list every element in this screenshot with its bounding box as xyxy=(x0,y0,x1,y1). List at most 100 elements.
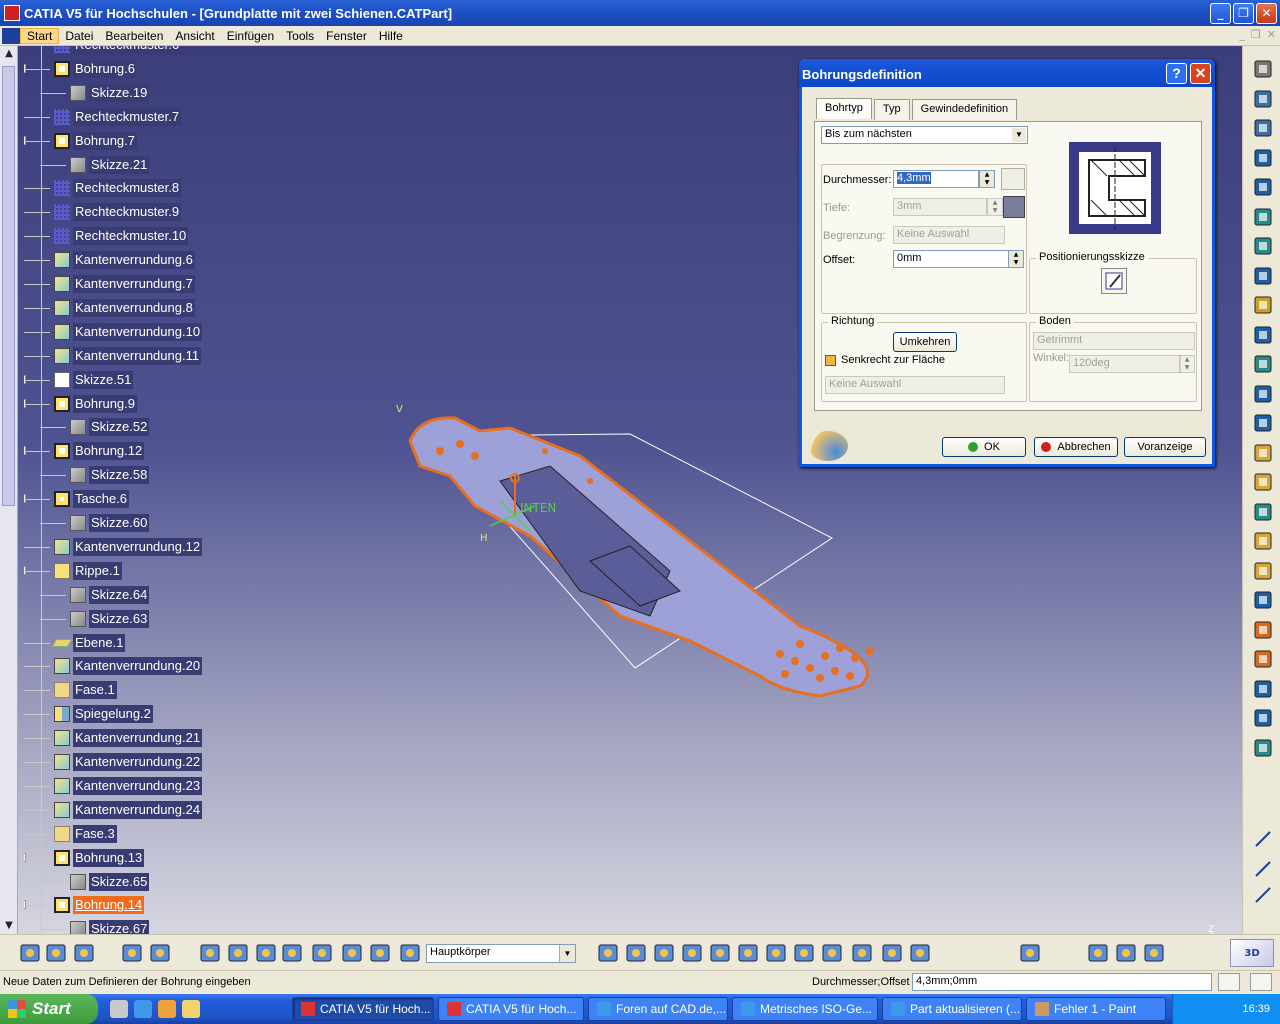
tree-node[interactable]: Rechteckmuster.7 xyxy=(24,106,182,128)
line-icon[interactable] xyxy=(1252,858,1274,880)
offset-spinner[interactable]: ▲ ▼ xyxy=(1008,250,1024,268)
tree-node[interactable]: Kantenverrundung.20 xyxy=(24,655,203,677)
pan-icon[interactable] xyxy=(652,941,676,965)
tree-node[interactable]: − Bohrung.7 xyxy=(24,130,137,152)
expand-toggle-icon[interactable]: − xyxy=(24,398,26,408)
minimize-button[interactable]: _ xyxy=(1210,3,1231,24)
tree-node[interactable]: − Bohrung.14 xyxy=(24,894,145,916)
groove-icon[interactable] xyxy=(1252,235,1274,257)
tree-node[interactable]: Rechteckmuster.6 xyxy=(54,46,182,56)
thickness-icon[interactable] xyxy=(1252,560,1274,582)
menu-bearbeiten[interactable]: Bearbeiten xyxy=(99,29,169,43)
translate-icon[interactable] xyxy=(1252,619,1274,641)
zoom-out-icon[interactable] xyxy=(736,941,760,965)
scroll-thumb[interactable] xyxy=(2,66,15,506)
restore-button[interactable]: ❐ xyxy=(1233,3,1254,24)
loft-icon[interactable] xyxy=(1252,383,1274,405)
reverse-button[interactable]: Umkehren xyxy=(893,332,957,352)
tree-node[interactable]: Fase.3 xyxy=(24,823,117,845)
cancel-button[interactable]: Abbrechen xyxy=(1034,437,1118,457)
shaft-icon[interactable] xyxy=(1252,206,1274,228)
doc-restore-icon[interactable]: ❐ xyxy=(1251,28,1261,41)
expand-toggle-icon[interactable]: − xyxy=(24,63,26,73)
undo-repeat-icon[interactable] xyxy=(198,941,222,965)
tree-node[interactable]: Kantenverrundung.23 xyxy=(24,775,203,797)
pattern-icon[interactable] xyxy=(1252,678,1274,700)
menu-start[interactable]: Start xyxy=(20,27,60,44)
angle-input[interactable]: 120deg xyxy=(1069,355,1181,373)
tree-node[interactable]: Skizze.21 xyxy=(40,154,150,176)
constraints-icon[interactable] xyxy=(340,941,364,965)
tree-node[interactable]: Kantenverrundung.12 xyxy=(24,536,203,558)
rotate-icon[interactable] xyxy=(680,941,704,965)
tree-node[interactable]: − Bohrung.12 xyxy=(24,440,145,462)
depth-input[interactable]: 3mm xyxy=(893,198,987,216)
rib-icon[interactable] xyxy=(1252,294,1274,316)
expand-toggle-icon[interactable]: − xyxy=(24,565,26,575)
tree-node[interactable]: Spiegelung.2 xyxy=(24,703,153,725)
expand-toggle-icon[interactable]: − xyxy=(24,446,26,456)
tree-node[interactable]: Kantenverrundung.6 xyxy=(24,249,195,271)
body-select-chevron-icon[interactable]: ▼ xyxy=(559,945,575,962)
tree-node[interactable]: Rechteckmuster.9 xyxy=(24,201,182,223)
bottom-select[interactable]: Getrimmt xyxy=(1033,332,1195,350)
tab-gewindedefinition[interactable]: Gewindedefinition xyxy=(911,99,1018,120)
doc-close-icon[interactable]: ✕ xyxy=(1267,28,1276,41)
angle-spinner[interactable]: ▲ ▼ xyxy=(1179,355,1195,373)
shell-icon[interactable] xyxy=(1252,530,1274,552)
taskbar-button[interactable]: Fehler 1 - Paint xyxy=(1026,997,1166,1021)
tree-node[interactable]: − Bohrung.13 xyxy=(24,847,145,869)
plane-tool-icon[interactable] xyxy=(398,941,422,965)
limit-input[interactable]: Keine Auswahl xyxy=(893,226,1005,244)
expand-toggle-icon[interactable]: − xyxy=(24,494,26,504)
tree-node[interactable]: Skizze.63 xyxy=(40,608,150,630)
iso-view-icon[interactable] xyxy=(820,941,844,965)
axis-system-icon[interactable] xyxy=(254,941,278,965)
zoom-in-icon[interactable] xyxy=(708,941,732,965)
shading-icon[interactable] xyxy=(850,941,874,965)
scale-icon[interactable] xyxy=(1252,707,1274,729)
quicklaunch-media-icon[interactable] xyxy=(158,1000,176,1018)
menu-fenster[interactable]: Fenster xyxy=(320,29,373,43)
sketch-edit-icon[interactable] xyxy=(1101,268,1127,294)
tree-node[interactable]: Skizze.52 xyxy=(40,416,150,438)
catalog-icon[interactable] xyxy=(148,941,172,965)
slot-icon[interactable] xyxy=(1252,324,1274,346)
tree-node[interactable]: − Bohrung.6 xyxy=(24,58,137,80)
quick-view-icon[interactable] xyxy=(792,941,816,965)
tree-node[interactable]: Skizze.19 xyxy=(40,82,150,104)
apply-material-icon[interactable] xyxy=(72,941,96,965)
scroll-down-icon[interactable]: ▼ xyxy=(0,918,18,934)
menu-tools[interactable]: Tools xyxy=(280,29,320,43)
tree-node[interactable]: Fase.1 xyxy=(24,679,117,701)
tree-node[interactable]: Rechteckmuster.10 xyxy=(24,225,189,247)
show-hide-icon[interactable] xyxy=(310,941,334,965)
start-button[interactable]: Start xyxy=(0,994,98,1024)
draft-icon[interactable] xyxy=(1252,501,1274,523)
expand-toggle-icon[interactable]: − xyxy=(24,374,26,384)
plane-icon[interactable] xyxy=(1252,884,1274,906)
window-titlebar[interactable]: CATIA V5 für Hochschulen - [Grundplatte … xyxy=(0,0,1280,26)
body-select[interactable]: Hauptkörper ▼ xyxy=(426,944,576,963)
tree-node[interactable]: − Bohrung.9 xyxy=(24,393,137,415)
tree-node[interactable]: Kantenverrundung.11 xyxy=(24,345,202,367)
settings-icon[interactable] xyxy=(1252,58,1274,80)
update-icon[interactable] xyxy=(18,941,42,965)
taskbar-button[interactable]: Part aktualisieren (... xyxy=(882,997,1022,1021)
pan-hand-icon[interactable] xyxy=(226,941,250,965)
sketcher-icon[interactable] xyxy=(1252,117,1274,139)
tree-node[interactable]: Kantenverrundung.22 xyxy=(24,751,203,773)
doc-minimize-icon[interactable]: _ xyxy=(1239,28,1245,41)
extension-select[interactable]: Bis zum nächsten ▼ xyxy=(821,126,1028,144)
scroll-up-icon[interactable]: ▲ xyxy=(0,46,18,62)
pad-icon[interactable] xyxy=(1252,147,1274,169)
magnifier-icon[interactable] xyxy=(1086,941,1110,965)
direction-input[interactable]: Keine Auswahl xyxy=(825,376,1005,394)
tree-node[interactable]: Skizze.64 xyxy=(40,584,150,606)
normal-view-icon[interactable] xyxy=(764,941,788,965)
tree-scrollbar[interactable]: ▲ ▼ xyxy=(0,46,18,934)
catia-app-icon[interactable] xyxy=(4,5,20,21)
tree-node[interactable]: − Rippe.1 xyxy=(24,560,122,582)
tab-typ[interactable]: Typ xyxy=(873,99,910,120)
close-button[interactable]: ✕ xyxy=(1256,3,1277,24)
